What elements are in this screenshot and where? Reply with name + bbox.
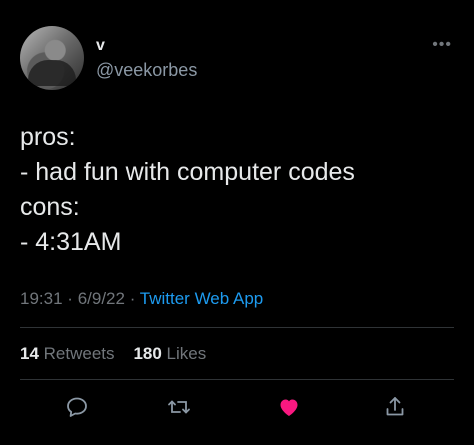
tweet-line: pros: (20, 123, 76, 151)
display-name[interactable]: v (96, 37, 105, 55)
tweet-time[interactable]: 19:31 (20, 289, 63, 308)
retweets-label: Retweets (43, 344, 115, 363)
tweet-line: cons: (20, 193, 80, 221)
retweet-icon (168, 400, 190, 414)
retweets-count: 14 (20, 344, 39, 363)
avatar[interactable] (20, 26, 84, 90)
tweet-meta: 19:31 · 6/9/22 · Twitter Web App (20, 289, 263, 309)
more-horizontal-icon[interactable]: ••• (432, 36, 452, 54)
divider (20, 379, 454, 380)
tweet-actions (0, 389, 474, 425)
like-button[interactable] (274, 392, 304, 422)
avatar-photo-figure (28, 60, 76, 86)
user-handle[interactable]: @veekorbes (96, 60, 197, 81)
heart-icon (280, 399, 298, 416)
likes-label: Likes (166, 344, 207, 363)
divider (20, 327, 454, 328)
reply-icon (67, 397, 87, 417)
share-icon (386, 397, 404, 416)
tweet-text: pros: - had fun with computer codes cons… (20, 120, 460, 260)
reply-button[interactable] (62, 392, 92, 422)
retweets-stat[interactable]: 14 Retweets (20, 344, 115, 363)
likes-count: 180 (133, 344, 162, 363)
meta-separator: · (67, 289, 73, 308)
tweet-date[interactable]: 6/9/22 (78, 289, 125, 308)
tweet-line: - had fun with computer codes (20, 158, 355, 186)
meta-separator: · (129, 289, 136, 308)
tweet-line: - 4:31AM (20, 228, 122, 256)
tweet-source-link[interactable]: Twitter Web App (140, 289, 263, 308)
retweet-button[interactable] (164, 392, 194, 422)
share-button[interactable] (380, 392, 410, 422)
tweet-stats: 14 Retweets 180 Likes (20, 344, 206, 364)
likes-stat[interactable]: 180 Likes (133, 344, 206, 363)
